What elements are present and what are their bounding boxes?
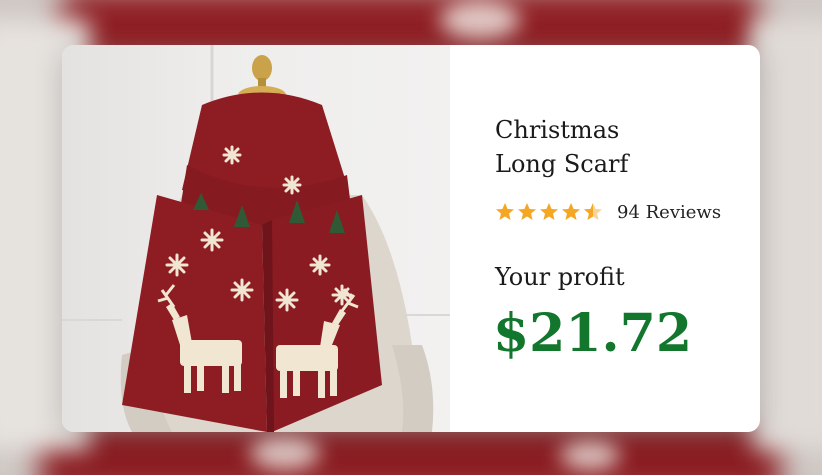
star-icon — [540, 203, 558, 220]
product-card[interactable]: Christmas Long Scarf 94 Reviews Your pro… — [62, 45, 760, 432]
profit-label: Your profit — [495, 263, 625, 291]
profit-value: $21.72 — [493, 303, 693, 364]
star-rating — [495, 202, 603, 222]
product-title[interactable]: Christmas Long Scarf — [495, 113, 745, 181]
rating-row: 94 Reviews — [495, 201, 721, 223]
half-star-icon — [584, 203, 602, 220]
star-icon — [496, 203, 514, 220]
star-icon — [518, 203, 536, 220]
product-photo — [62, 45, 450, 432]
product-info: Christmas Long Scarf 94 Reviews Your pro… — [493, 45, 755, 432]
star-icon — [562, 203, 580, 220]
reviews-count[interactable]: 94 Reviews — [617, 202, 721, 223]
